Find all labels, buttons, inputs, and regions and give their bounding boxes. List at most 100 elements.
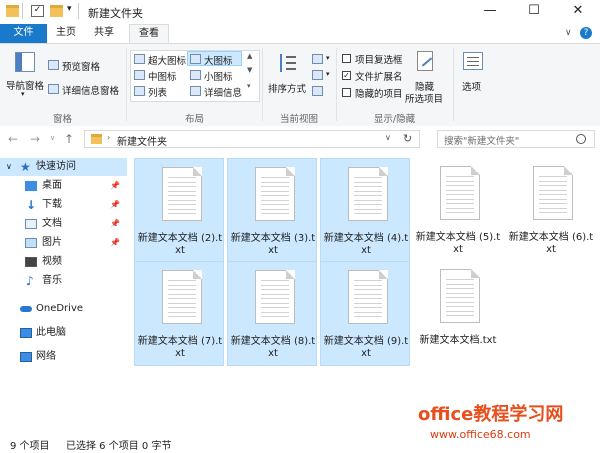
sidebar-item-label: 桌面 xyxy=(42,180,62,191)
text-file-icon xyxy=(348,270,388,324)
sort-icon xyxy=(278,52,298,74)
file-name: 新建文本文档 (5).txt xyxy=(415,232,501,255)
file-item[interactable]: 新建文本文档 (8).txt xyxy=(227,261,317,366)
customize-toolbar-icon[interactable]: ▾ xyxy=(67,4,72,14)
star-icon: ★ xyxy=(20,160,31,174)
navigation-bar: ← → ∨ ↑ › 新建文件夹 ∨ ↻ 搜索"新建文件夹" xyxy=(0,126,600,152)
text-file-icon xyxy=(255,167,295,221)
group-label-show-hide: 显示/隐藏 xyxy=(373,114,416,125)
text-file-icon xyxy=(440,166,480,220)
expand-gallery-icon[interactable]: ▾ xyxy=(247,82,251,90)
recent-locations-icon[interactable]: ∨ xyxy=(50,134,55,142)
file-item[interactable]: 新建文本文档 (4).txt xyxy=(320,158,410,263)
sidebar-item-quick-access[interactable]: ∨ ★ 快速访问 xyxy=(0,158,127,176)
file-name: 新建文本文档 (9).txt xyxy=(323,336,409,359)
medium-icons-option[interactable]: 中图标 xyxy=(148,69,177,83)
small-icons-option[interactable]: 小图标 xyxy=(204,69,233,83)
pin-icon[interactable]: 📌 xyxy=(110,196,120,214)
file-name: 新建文本文档 (8).txt xyxy=(230,336,316,359)
large-icons-icon xyxy=(190,54,201,64)
preview-pane-button[interactable]: 预览窗格 xyxy=(62,59,100,73)
item-checkboxes-checkbox[interactable] xyxy=(342,54,351,63)
details-option[interactable]: 详细信息 xyxy=(204,85,242,99)
list-icon xyxy=(134,86,145,96)
search-input[interactable]: 搜索"新建文件夹" xyxy=(444,133,519,147)
documents-icon xyxy=(25,219,37,229)
properties-icon[interactable]: ✓ xyxy=(31,5,44,17)
refresh-icon[interactable]: ↻ xyxy=(403,132,412,145)
hide-selected-label-2: 所选项目 xyxy=(405,94,444,105)
folder-icon xyxy=(91,134,102,144)
selection-info: 已选择 6 个项目 0 字节 xyxy=(66,441,172,452)
maximize-button[interactable]: ☐ xyxy=(512,0,556,24)
sidebar-item-label: 网络 xyxy=(36,351,56,362)
tab-file[interactable]: 文件 xyxy=(0,24,47,43)
address-bar[interactable]: › 新建文件夹 ∨ ↻ xyxy=(84,130,420,148)
add-columns-icon[interactable] xyxy=(312,70,323,80)
options-button[interactable]: 选项 xyxy=(458,50,488,100)
scroll-down-icon[interactable]: ▼ xyxy=(247,66,252,74)
divider xyxy=(453,48,454,121)
size-columns-icon[interactable] xyxy=(312,86,323,96)
sidebar-item-pictures[interactable]: 图片 📌 xyxy=(0,234,127,252)
details-pane-button[interactable]: 详细信息窗格 xyxy=(62,83,119,97)
tab-home[interactable]: 主页 xyxy=(47,24,85,43)
text-file-icon xyxy=(533,166,573,220)
computer-icon xyxy=(20,328,32,338)
pin-icon[interactable]: 📌 xyxy=(110,177,120,195)
file-item[interactable]: 新建文本文档 (7).txt xyxy=(134,261,224,366)
search-icon[interactable] xyxy=(576,134,586,144)
network-icon xyxy=(20,352,32,362)
sort-by-button[interactable]: 排序方式 xyxy=(268,50,308,102)
list-option[interactable]: 列表 xyxy=(148,85,167,99)
sidebar-item-label: 音乐 xyxy=(42,275,62,286)
sidebar-item-videos[interactable]: 视频 xyxy=(0,253,127,271)
sidebar-item-desktop[interactable]: 桌面 📌 xyxy=(0,177,127,195)
file-item[interactable]: 新建文本文档 (2).txt xyxy=(134,158,224,263)
file-extensions-checkbox[interactable]: ✓ xyxy=(342,71,351,80)
sidebar-item-music[interactable]: ♪ 音乐 xyxy=(0,272,127,290)
window-title: 新建文件夹 xyxy=(88,7,143,20)
sidebar-item-network[interactable]: 网络 xyxy=(0,348,127,366)
forward-icon[interactable]: → xyxy=(30,132,40,146)
sidebar-item-downloads[interactable]: ↓ 下载 📌 xyxy=(0,196,127,214)
pin-icon[interactable]: 📌 xyxy=(110,215,120,233)
chevron-down-icon: ▾ xyxy=(326,54,330,62)
group-label-pane: 窗格 xyxy=(52,114,72,125)
up-icon[interactable]: ↑ xyxy=(64,132,74,146)
group-by-icon[interactable] xyxy=(312,54,323,64)
nav-pane-button[interactable]: 导航窗格 ▾ xyxy=(6,50,44,108)
file-item[interactable]: 新建文本文档 (6).txt xyxy=(506,158,596,263)
hide-selected-icon xyxy=(417,51,433,71)
file-item[interactable]: 新建文本文档 (5).txt xyxy=(413,158,503,263)
file-item[interactable]: 新建文本文档 (3).txt xyxy=(227,158,317,263)
sidebar-item-onedrive[interactable]: OneDrive xyxy=(0,300,127,318)
sidebar-item-label: 文档 xyxy=(42,218,62,229)
address-path[interactable]: 新建文件夹 xyxy=(117,133,167,148)
file-item[interactable]: 新建文本文档.txt xyxy=(413,261,503,366)
tab-view[interactable]: 查看 xyxy=(129,24,169,44)
chevron-down-icon[interactable]: ∨ xyxy=(6,158,12,176)
pin-icon[interactable]: 📌 xyxy=(110,234,120,252)
search-box[interactable]: 搜索"新建文件夹" xyxy=(437,130,595,148)
group-label-current-view: 当前视图 xyxy=(279,114,318,125)
options-label: 选项 xyxy=(462,82,482,93)
tab-share[interactable]: 共享 xyxy=(85,24,123,43)
sidebar-item-documents[interactable]: 文档 📌 xyxy=(0,215,127,233)
minimize-button[interactable]: — xyxy=(468,0,512,24)
back-icon[interactable]: ← xyxy=(8,132,18,146)
file-item[interactable]: 新建文本文档 (9).txt xyxy=(320,261,410,366)
scroll-up-icon[interactable]: ▲ xyxy=(247,52,252,60)
new-folder-icon[interactable] xyxy=(50,5,63,17)
sidebar-item-this-pc[interactable]: 此电脑 xyxy=(0,324,127,342)
hidden-items-checkbox[interactable] xyxy=(342,88,351,97)
hide-selected-button[interactable]: 隐藏 所选项目 xyxy=(405,48,450,105)
extra-large-icons-option[interactable]: 超大图标 xyxy=(148,53,186,67)
text-file-icon xyxy=(162,270,202,324)
close-button[interactable]: ✕ xyxy=(556,0,600,24)
collapse-ribbon-icon[interactable]: ∨ xyxy=(565,28,572,38)
text-file-icon xyxy=(348,167,388,221)
help-icon[interactable]: ? xyxy=(580,27,592,39)
address-dropdown-icon[interactable]: ∨ xyxy=(385,133,391,142)
file-name: 新建文本文档 (7).txt xyxy=(137,336,223,359)
